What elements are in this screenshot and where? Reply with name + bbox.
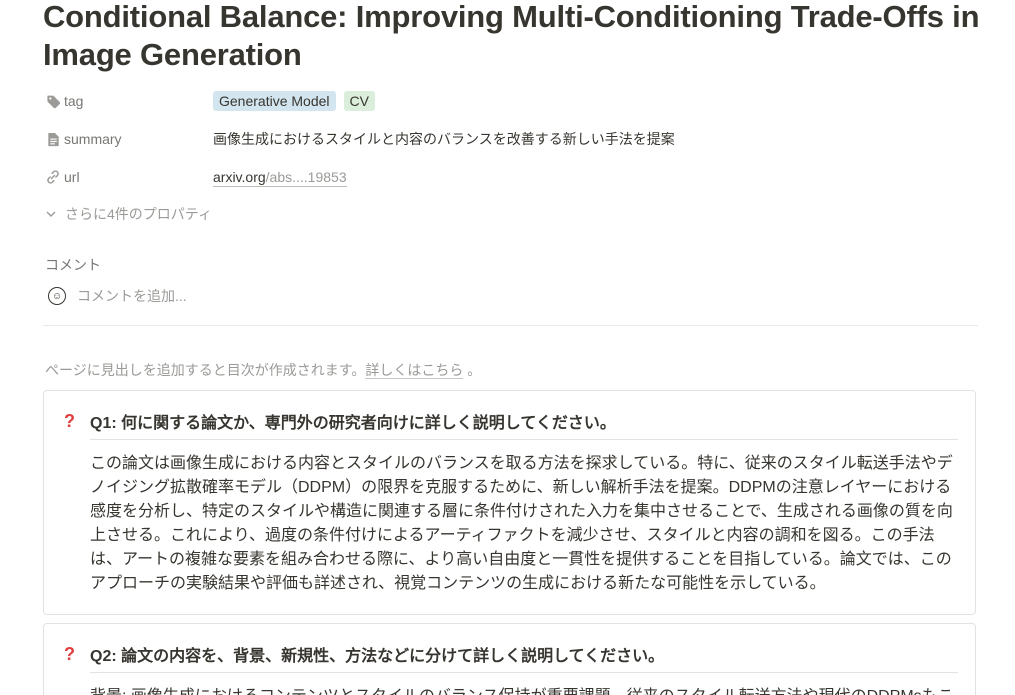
- chevron-down-icon: [45, 208, 57, 220]
- question-text[interactable]: Q2: 論文の内容を、背景、新規性、方法などに分けて詳しく説明してください。: [90, 642, 664, 666]
- question-divider: [90, 439, 958, 440]
- toc-hint-text: ページに見出しを追加すると目次が作成されます。: [45, 362, 366, 378]
- tag-chip-cv[interactable]: CV: [343, 91, 375, 111]
- tag-values[interactable]: Generative Model CV: [213, 91, 383, 111]
- answer-line: は、アートの複雑な要素を組み合わせる際に、より高い自由度と一貫性を提供することを…: [90, 551, 952, 568]
- answer-line: 上させる。これにより、過度の条件付けによるアーティファクトを減少させ、スタイルと…: [90, 527, 935, 544]
- property-label: tag: [64, 93, 84, 109]
- link-icon: [45, 169, 61, 185]
- url-path: /abs....19853: [265, 168, 347, 185]
- user-avatar-icon: ☺: [48, 287, 66, 305]
- comment-placeholder: コメントを追加...: [77, 288, 187, 304]
- notion-page: Conditional Balance: Improving Multi-Con…: [0, 0, 1015, 695]
- qa-block-q2: ? Q2: 論文の内容を、背景、新規性、方法などに分けて詳しく説明してください。…: [43, 623, 976, 695]
- toc-hint: ページに見出しを追加すると目次が作成されます。詳しくはこちら 。: [45, 360, 481, 380]
- question-text[interactable]: Q1: 何に関する論文か、専門外の研究者向けに詳しく説明してください。: [90, 409, 616, 433]
- property-name-tag[interactable]: tag: [43, 93, 213, 109]
- question-icon: ?: [64, 410, 75, 431]
- page-title[interactable]: Conditional Balance: Improving Multi-Con…: [43, 0, 983, 74]
- more-properties-label: さらに4件のプロパティ: [65, 206, 212, 222]
- property-name-summary[interactable]: summary: [43, 131, 213, 147]
- more-properties-toggle[interactable]: さらに4件のプロパティ: [45, 204, 212, 224]
- property-row-url: url arxiv.org/abs....19853: [43, 162, 978, 192]
- answer-line: アプローチの実験結果や評価も詳述され、視覚コンテンツの生成における新たな可能性を…: [90, 575, 826, 592]
- tag-chip-generative-model[interactable]: Generative Model: [213, 91, 336, 111]
- property-label: summary: [64, 131, 122, 147]
- property-row-tag: tag Generative Model CV: [43, 86, 978, 116]
- answer-line: ノイジング拡散確率モデル（DDPM）の限界を克服するために、新しい解析手法を提案…: [90, 479, 952, 496]
- url-domain: arxiv.org: [213, 168, 266, 185]
- url-link[interactable]: arxiv.org/abs....19853: [213, 168, 347, 187]
- divider: [43, 325, 978, 326]
- text-lines-icon: [45, 131, 61, 147]
- toc-hint-end: 。: [467, 362, 482, 378]
- question-icon: ?: [64, 643, 75, 664]
- comments-heading: コメント: [45, 257, 101, 273]
- qa-heading-q2: ? Q2: 論文の内容を、背景、新規性、方法などに分けて詳しく説明してください。: [64, 642, 664, 666]
- answer-line: 背景: 画像生成におけるコンテンツとスタイルのバランス保持が重要課題。従来のスタ…: [90, 685, 958, 695]
- answer-text[interactable]: 背景: 画像生成におけるコンテンツとスタイルのバランス保持が重要課題。従来のスタ…: [90, 685, 958, 695]
- answer-line: この論文は画像生成における内容とスタイルのバランスを取る方法を探求している。特に…: [90, 455, 953, 472]
- add-comment-field[interactable]: ☺ コメントを追加...: [48, 286, 187, 306]
- qa-heading-q1: ? Q1: 何に関する論文か、専門外の研究者向けに詳しく説明してください。: [64, 409, 616, 433]
- tag-icon: [45, 93, 61, 109]
- question-divider: [90, 672, 958, 673]
- property-row-summary: summary 画像生成におけるスタイルと内容のバランスを改善する新しい手法を提…: [43, 124, 978, 154]
- answer-line: 感度を分析し、特定のスタイルや構造に関連する層に条件付けされた入力を集中させるこ…: [90, 503, 953, 520]
- property-name-url[interactable]: url: [43, 169, 213, 185]
- url-value[interactable]: arxiv.org/abs....19853: [213, 168, 347, 187]
- summary-value[interactable]: 画像生成におけるスタイルと内容のバランスを改善する新しい手法を提案: [213, 129, 675, 149]
- learn-more-link[interactable]: 詳しくはこちら: [365, 362, 464, 379]
- qa-block-q1: ? Q1: 何に関する論文か、専門外の研究者向けに詳しく説明してください。 この…: [43, 390, 976, 615]
- answer-text[interactable]: この論文は画像生成における内容とスタイルのバランスを取る方法を探求している。特に…: [90, 452, 958, 596]
- property-label: url: [64, 169, 80, 185]
